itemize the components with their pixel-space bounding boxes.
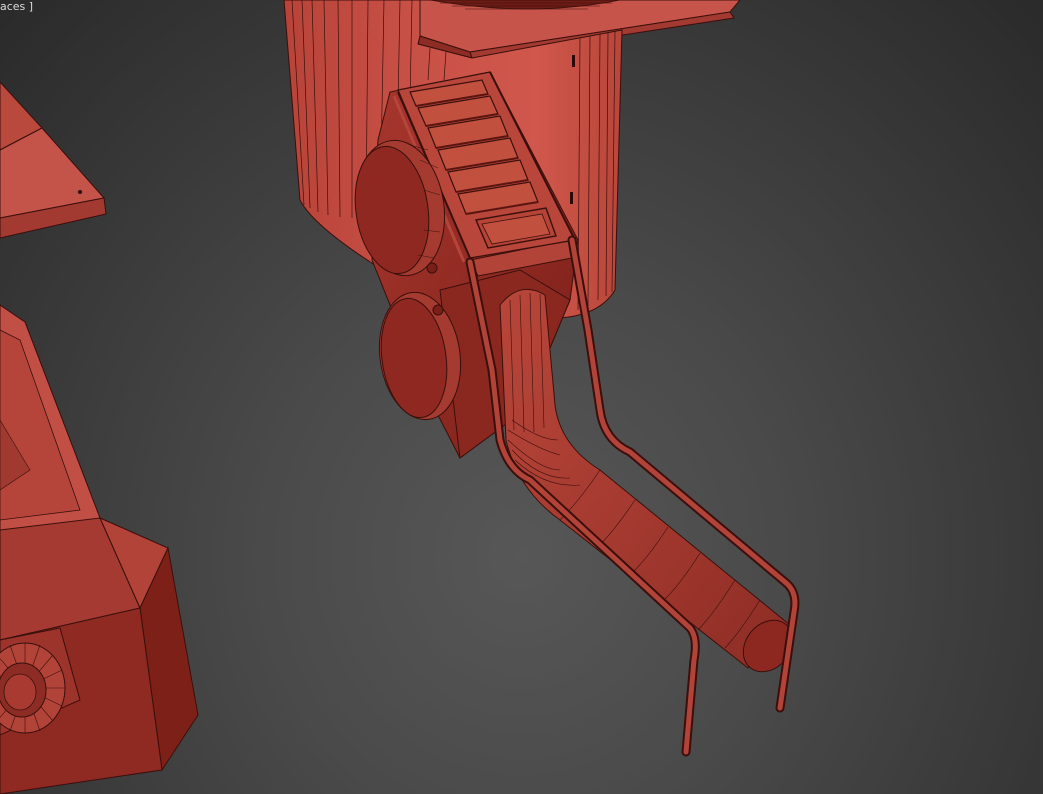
model-scene [0,0,803,794]
left-platform-mesh[interactable] [0,81,107,239]
exhaust-pipe-mesh[interactable] [499,288,803,681]
left-machine-mesh[interactable] [0,304,199,794]
3d-viewport[interactable]: aces ] [0,0,1043,794]
